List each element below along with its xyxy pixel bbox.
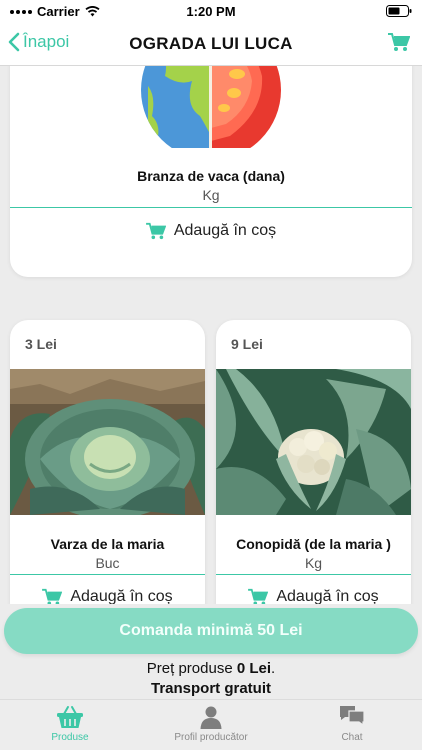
cauliflower-photo <box>216 369 411 515</box>
tab-bar: Produse Profil producător Chat <box>0 699 422 750</box>
product-unit: Buc <box>95 555 120 571</box>
product-card[interactable]: Branza de vaca (dana) Kg Adaugă în coș <box>10 66 412 277</box>
cart-icon <box>145 222 166 240</box>
tab-chat[interactable]: Chat <box>282 705 422 743</box>
transport-label: Transport gratuit <box>150 680 271 697</box>
cart-icon <box>388 33 411 51</box>
product-card[interactable]: 9 Lei Conopidă (de la maria ) Kg Adaugă … <box>216 320 411 604</box>
back-button[interactable]: Înapoi <box>8 32 69 52</box>
product-price: 9 Lei <box>231 336 263 352</box>
navigation-bar: Înapoi OGRADA LUI LUCA <box>0 22 422 66</box>
cabbage-photo <box>10 369 205 515</box>
product-unit: Kg <box>304 555 323 571</box>
add-to-cart-label: Adaugă în coș <box>70 588 173 604</box>
product-name: Branza de vaca (dana) <box>137 168 285 184</box>
add-to-cart-button[interactable]: Adaugă în coș <box>10 588 205 604</box>
chevron-left-icon <box>8 32 20 52</box>
basket-icon <box>57 706 83 728</box>
price-prefix: Preț produse <box>146 660 237 677</box>
divider <box>10 574 205 575</box>
product-card[interactable]: 3 Lei Varza de la maria Buc Adaugă în co… <box>10 320 205 604</box>
back-label: Înapoi <box>23 32 70 51</box>
tab-profil-producator[interactable]: Profil producător <box>141 705 281 743</box>
add-to-cart-button[interactable]: Adaugă în coș <box>216 588 411 604</box>
product-name: Varza de la maria <box>50 536 165 552</box>
earth-tomato-illustration <box>141 66 281 148</box>
tab-label: Produse <box>51 732 89 743</box>
person-icon <box>200 706 222 729</box>
product-name: Conopidă (de la maria ) <box>236 536 391 552</box>
product-list[interactable]: Branza de vaca (dana) Kg Adaugă în coș 3… <box>0 66 422 604</box>
order-price-summary: Preț produse 0 Lei. <box>0 660 422 677</box>
minimum-order-button[interactable]: Comanda minimă 50 Lei <box>4 608 418 654</box>
tab-label: Profil producător <box>174 732 248 743</box>
battery-icon <box>386 5 412 17</box>
add-to-cart-label: Adaugă în coș <box>173 222 277 239</box>
add-to-cart-label: Adaugă în coș <box>276 588 379 604</box>
cart-button[interactable] <box>388 32 411 57</box>
status-bar: Carrier 1:20 PM <box>0 0 422 22</box>
price-suffix: . <box>271 660 276 677</box>
cart-icon <box>248 588 269 604</box>
divider <box>216 574 411 575</box>
page-title: OGRADA LUI LUCA <box>129 33 293 53</box>
product-unit: Kg <box>202 187 220 203</box>
tab-produse[interactable]: Produse <box>0 705 140 743</box>
chat-icon <box>340 706 365 727</box>
price-value: 0 Lei <box>236 660 272 677</box>
cart-icon <box>42 588 63 604</box>
add-to-cart-button[interactable]: Adaugă în coș <box>10 222 412 240</box>
product-price: 3 Lei <box>25 336 57 352</box>
clock: 1:20 PM <box>186 4 236 19</box>
tab-label: Chat <box>341 732 363 743</box>
divider <box>10 207 412 208</box>
